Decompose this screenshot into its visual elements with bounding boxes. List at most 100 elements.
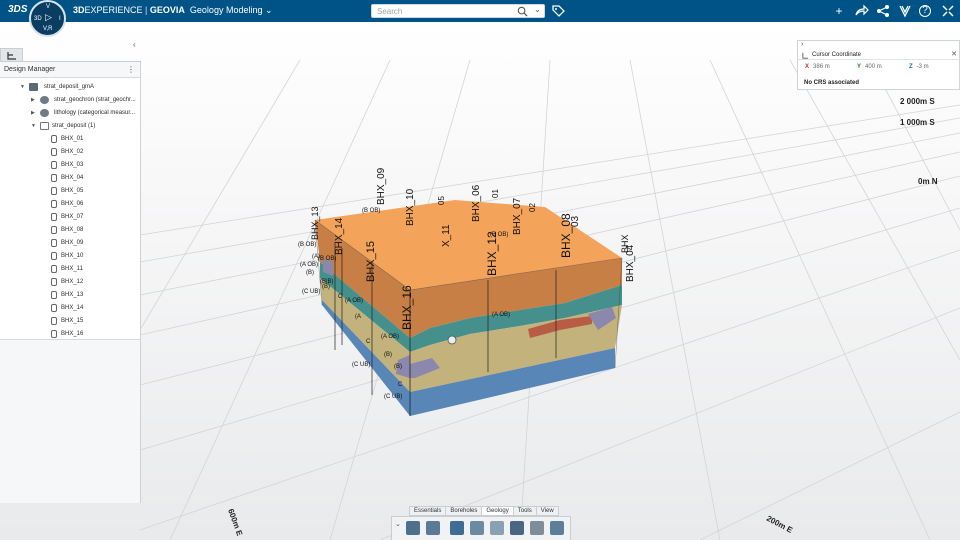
tree-node-borehole[interactable]: BHX_07 — [0, 211, 140, 224]
section-icon[interactable] — [490, 521, 504, 535]
scale-label: 1 000m S — [900, 118, 935, 127]
model-label: BHX_16 — [400, 285, 414, 330]
app-title[interactable]: 3DEXPERIENCE | GEOVIA Geology Modeling ⌄ — [73, 5, 273, 16]
tab-view[interactable]: View — [535, 506, 559, 516]
tree-node-borehole[interactable]: BHX_10 — [0, 250, 140, 263]
tree-node-borehole[interactable]: BHX_08 — [0, 224, 140, 237]
tree-node-borehole[interactable]: BHX_11 — [0, 263, 140, 276]
3d-viewport[interactable]: BHX_09 BHX_10 05 BHX_06 01 BHX_07 02 03 … — [0, 22, 960, 540]
layer-tag: (B) — [322, 284, 330, 290]
tree-node-lithology[interactable]: ▶ lithology (categorical measur... — [0, 107, 140, 120]
play-icon[interactable]: ▷ — [45, 12, 52, 23]
search-dropdown-icon[interactable]: ⌄ — [534, 5, 541, 14]
tree-node-borehole[interactable]: BHX_04 — [0, 172, 140, 185]
model-label: BHX_07 — [512, 197, 523, 235]
borehole-icon — [51, 239, 57, 247]
toolbar-expand-icon[interactable]: ⌄ — [395, 520, 401, 528]
tree-node-borehole[interactable]: BHX_14 — [0, 302, 140, 315]
panel-title: Design Manager — [4, 66, 56, 73]
block-icon[interactable] — [470, 521, 484, 535]
geology-model-icon[interactable] — [406, 521, 420, 535]
layer-tag: (A OB) — [345, 298, 363, 304]
tree-node-borehole[interactable]: BHX_16 — [0, 328, 140, 341]
borehole-icon — [51, 187, 57, 195]
layer-tag: (A OB) — [492, 312, 510, 318]
fullscreen-icon[interactable] — [940, 3, 956, 19]
tree-node-label: strat_deposit_gmA — [44, 84, 95, 90]
tree-node-borehole[interactable]: BHX_15 — [0, 315, 140, 328]
layer-tag: (B OB) — [298, 242, 316, 248]
tree-node-label: BHX_07 — [61, 214, 84, 220]
model-label: BHX_08 — [559, 213, 573, 258]
cursor-marker — [447, 335, 457, 345]
tree-node-label: lithology (categorical measur... — [54, 110, 136, 116]
tree-node-label: BHX_11 — [61, 266, 83, 272]
table-icon[interactable] — [530, 521, 544, 535]
borehole-icon — [51, 226, 57, 234]
coord-x: X 386 m — [805, 64, 830, 70]
tree-node-borehole[interactable]: BHX_13 — [0, 289, 140, 302]
layer-tag: (B OB) — [362, 208, 380, 214]
tree-node-borehole[interactable]: BHX_02 — [0, 146, 140, 159]
compass-widget[interactable]: V 3D I V,R ▷ — [29, 0, 66, 37]
tab-tools[interactable]: Tools — [512, 506, 536, 516]
tree-node-label: BHX_13 — [61, 292, 84, 298]
model-label: BHX_06 — [471, 184, 482, 222]
borehole-icon — [51, 278, 57, 286]
add-icon[interactable]: + — [831, 3, 847, 19]
layer-tag: C — [398, 382, 403, 388]
coord-x-value: 386 m — [813, 64, 830, 70]
volume-icon[interactable] — [426, 521, 440, 535]
expand-toggle-icon[interactable]: ▶ — [31, 110, 35, 116]
tree-node-borehole[interactable]: BHX_03 — [0, 159, 140, 172]
tab-boreholes[interactable]: Boreholes — [445, 506, 482, 516]
tree-node-model[interactable]: ▼ strat_deposit_gmA — [0, 81, 140, 94]
expand-toggle-icon[interactable]: ▶ — [31, 97, 35, 103]
compass-left-label: 3D — [34, 16, 42, 22]
borehole-icon — [51, 174, 57, 182]
tag-icon[interactable] — [550, 3, 566, 19]
tab-geology[interactable]: Geology — [481, 506, 513, 516]
tree-node-label: BHX_06 — [61, 201, 84, 207]
tree-node-label: BHX_16 — [61, 331, 84, 337]
collapse-panel-icon[interactable]: ‹ — [133, 40, 136, 49]
borehole-icon — [51, 200, 57, 208]
search-box[interactable]: ⌄ — [371, 4, 545, 18]
brand-logo[interactable]: 3DS — [8, 4, 27, 15]
apps-compass-icon[interactable] — [897, 3, 913, 19]
share-icon[interactable] — [875, 3, 891, 19]
layer-tag: (C UB) — [302, 289, 320, 295]
help-icon[interactable]: ? — [919, 5, 931, 17]
expand-toggle-icon[interactable]: ▼ — [31, 123, 36, 129]
crosshair-icon — [802, 52, 809, 59]
tree-node-label: BHX_04 — [61, 175, 84, 181]
close-icon[interactable]: ✕ — [951, 50, 957, 58]
app-name: Geology Modeling — [189, 5, 263, 15]
tree-node-label: BHX_08 — [61, 227, 84, 233]
search-input[interactable] — [377, 6, 509, 16]
tree-node-borehole[interactable]: BHX_06 — [0, 198, 140, 211]
surface-icon[interactable] — [450, 521, 464, 535]
tree-node-label: strat_deposit (1) — [52, 123, 96, 129]
tree-node-borehole[interactable]: BHX_09 — [0, 237, 140, 250]
tree-node-borehole[interactable]: BHX_05 — [0, 185, 140, 198]
model-label: 02 — [528, 203, 537, 212]
search-icon[interactable] — [517, 6, 528, 17]
solid-icon[interactable] — [510, 521, 524, 535]
more-options-icon[interactable]: ⋮ — [127, 65, 135, 74]
share-forward-icon[interactable] — [853, 3, 869, 19]
coord-title: Cursor Coordinate — [812, 52, 862, 58]
tree-node-label: BHX_05 — [61, 188, 84, 194]
expand-toggle-icon[interactable]: ▼ — [20, 84, 25, 90]
design-manager-tab[interactable] — [0, 48, 23, 62]
tree-node-borehole[interactable]: BHX_01 — [0, 133, 140, 146]
tab-essentials[interactable]: Essentials — [409, 506, 446, 516]
inspect-icon[interactable] — [550, 521, 564, 535]
tree-node-borehole[interactable]: BHX_12 — [0, 276, 140, 289]
coord-header: Cursor Coordinate ✕ — [798, 50, 960, 60]
tree-node-geochron[interactable]: ▶ strat_geochron (strat_geochr... — [0, 94, 140, 107]
tree-node-strat-deposit[interactable]: ▼ strat_deposit (1) — [0, 120, 140, 133]
layer-tag: (B) — [306, 270, 314, 276]
collapse-icon[interactable]: › — [801, 41, 803, 48]
borehole-icon — [51, 252, 57, 260]
